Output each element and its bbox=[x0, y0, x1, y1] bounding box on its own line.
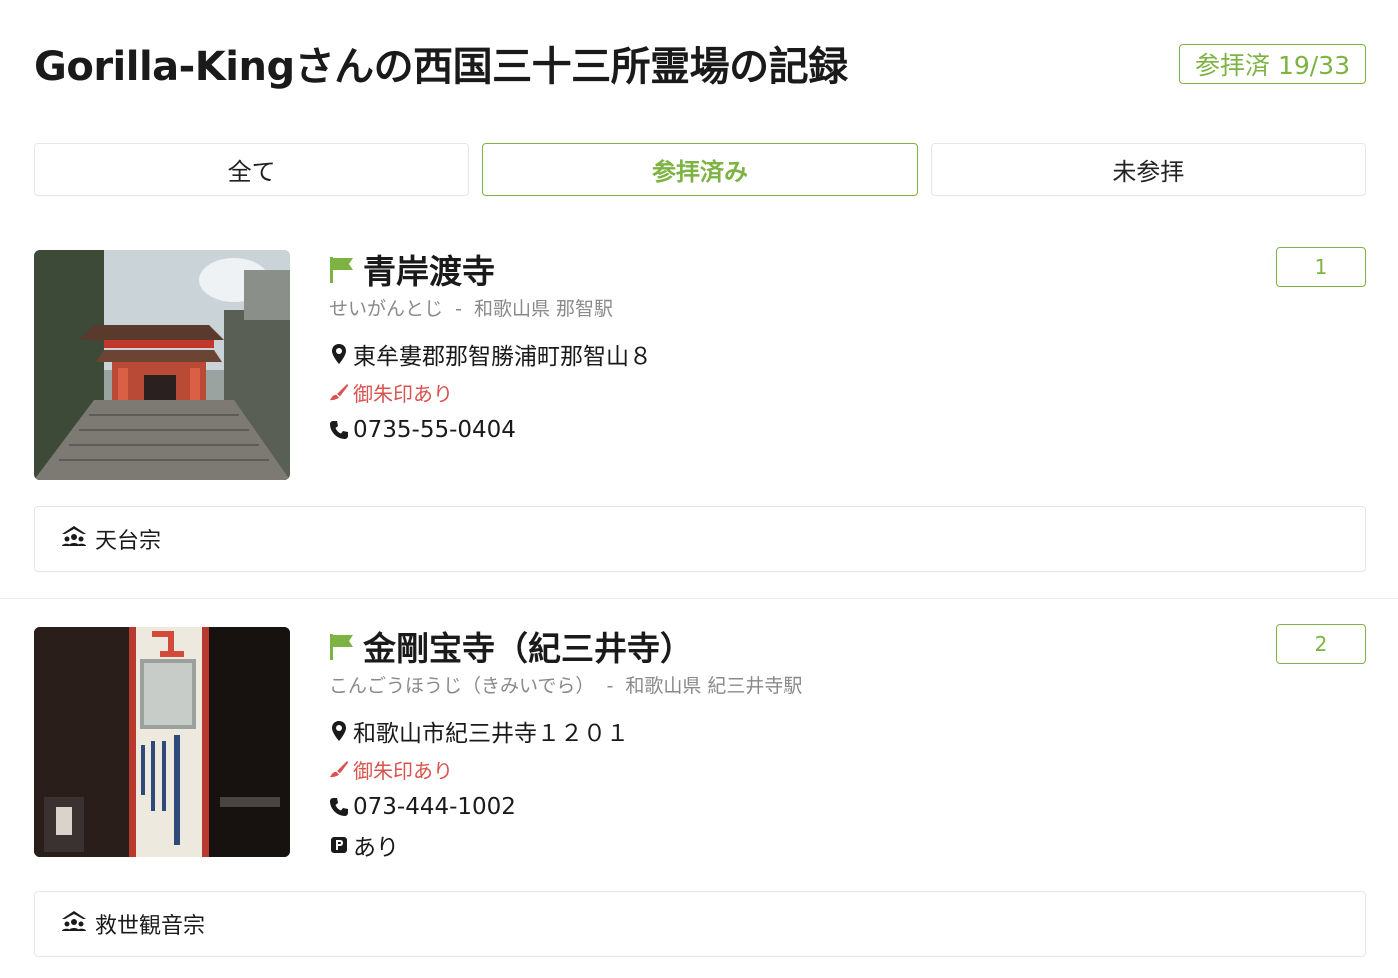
temple-name[interactable]: 青岸渡寺 bbox=[363, 245, 495, 293]
sect-box: 天台宗 bbox=[34, 506, 1366, 572]
goshuin-text: 御朱印あり bbox=[353, 758, 453, 783]
flag-icon bbox=[329, 631, 355, 661]
tab-visited[interactable]: 参拝済み bbox=[482, 143, 918, 196]
temple-photo[interactable] bbox=[34, 250, 290, 480]
temple-name-row: 青岸渡寺 bbox=[329, 245, 495, 293]
map-pin-icon bbox=[329, 720, 349, 742]
temple-number-button[interactable]: 2 bbox=[1276, 624, 1366, 664]
map-pin-icon bbox=[329, 343, 349, 365]
filter-tabs: 全て 参拝済み 未参拝 bbox=[34, 143, 1366, 196]
phone-icon bbox=[329, 419, 349, 441]
separator: - bbox=[606, 675, 614, 697]
brush-icon bbox=[329, 758, 349, 780]
temple-reading: こんごうほうじ（きみいでら） bbox=[329, 675, 595, 697]
goshuin-row: 御朱印あり bbox=[329, 750, 629, 788]
temple-info: 和歌山市紀三井寺１２０１ 御朱印あり 073-444-1002 あり bbox=[329, 712, 629, 864]
tab-all[interactable]: 全て bbox=[34, 143, 470, 196]
page-title: Gorilla-Kingさんの西国三十三所霊場の記録 bbox=[34, 44, 848, 90]
phone-text[interactable]: 0735-55-0404 bbox=[353, 417, 516, 443]
phone-icon bbox=[329, 796, 349, 818]
phone-row: 0735-55-0404 bbox=[329, 411, 652, 449]
sect-text: 救世観音宗 bbox=[95, 914, 206, 939]
address-text: 和歌山市紀三井寺１２０１ bbox=[353, 721, 629, 747]
sect-text: 天台宗 bbox=[95, 529, 162, 554]
parking-text: あり bbox=[353, 835, 399, 861]
temple-name[interactable]: 金剛宝寺（紀三井寺） bbox=[363, 622, 693, 670]
temple-location: 和歌山県 紀三井寺駅 bbox=[625, 675, 803, 697]
temple-info: 東牟婁郡那智勝浦町那智山８ 御朱印あり 0735-55-0404 bbox=[329, 335, 652, 449]
separator: - bbox=[455, 298, 462, 320]
progress-badge: 参拝済 19/33 bbox=[1179, 44, 1366, 84]
address-text: 東牟婁郡那智勝浦町那智山８ bbox=[353, 344, 652, 370]
phone-row: 073-444-1002 bbox=[329, 788, 629, 826]
address-row: 東牟婁郡那智勝浦町那智山８ bbox=[329, 335, 652, 373]
temple-reading-line: こんごうほうじ（きみいでら） - 和歌山県 紀三井寺駅 bbox=[329, 671, 802, 698]
tab-unvisited[interactable]: 未参拝 bbox=[930, 143, 1366, 196]
phone-text[interactable]: 073-444-1002 bbox=[353, 794, 516, 820]
parking-icon bbox=[329, 834, 349, 856]
temple-name-row: 金剛宝寺（紀三井寺） bbox=[329, 622, 693, 670]
temple-location: 和歌山県 那智駅 bbox=[473, 298, 614, 320]
flag-icon bbox=[329, 254, 355, 284]
temple-reading: せいがんとじ bbox=[329, 298, 444, 320]
brush-icon bbox=[329, 381, 349, 403]
sect-box: 救世観音宗 bbox=[34, 891, 1366, 957]
divider bbox=[0, 598, 1398, 599]
temple-icon bbox=[61, 910, 87, 938]
temple-photo[interactable] bbox=[34, 627, 290, 857]
temple-reading-line: せいがんとじ - 和歌山県 那智駅 bbox=[329, 294, 613, 321]
goshuin-row: 御朱印あり bbox=[329, 373, 652, 411]
temple-icon bbox=[61, 525, 87, 553]
parking-row: あり bbox=[329, 826, 629, 864]
temple-number-button[interactable]: 1 bbox=[1276, 247, 1366, 287]
address-row: 和歌山市紀三井寺１２０１ bbox=[329, 712, 629, 750]
goshuin-text: 御朱印あり bbox=[353, 381, 453, 406]
